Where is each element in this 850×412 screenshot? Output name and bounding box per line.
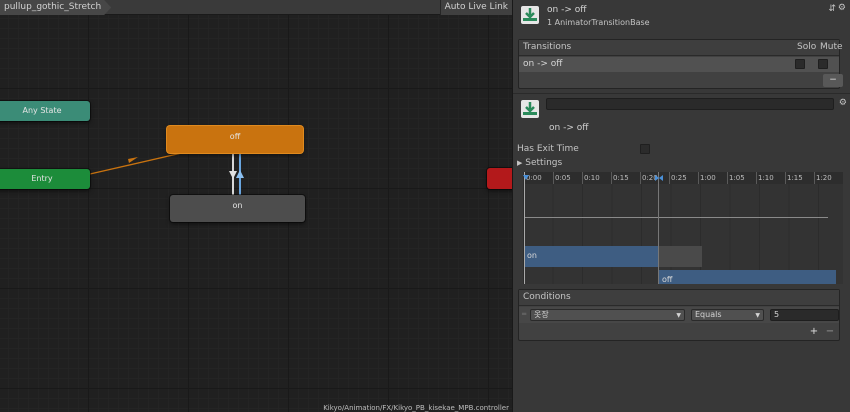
has-exit-time-checkbox[interactable] xyxy=(640,144,650,154)
gear-icon[interactable]: ⚙ xyxy=(839,98,847,108)
exit-node[interactable] xyxy=(487,168,512,189)
transition-timeline[interactable]: 0:00 0:05 0:10 0:15 0:20 0:25 1:00 1:05 … xyxy=(523,172,843,284)
has-exit-time-label: Has Exit Time xyxy=(517,144,579,154)
state-node-off[interactable]: off xyxy=(167,126,303,153)
transitions-header: Transitions Solo Mute xyxy=(519,40,843,56)
solo-checkbox[interactable] xyxy=(795,59,805,69)
condition-parameter-dropdown[interactable]: 옷장 ▼ xyxy=(530,309,685,321)
timeline-markers xyxy=(523,175,663,181)
entry-to-off-arrow[interactable] xyxy=(89,151,187,175)
clip-label: on xyxy=(527,251,537,260)
gear-icon[interactable]: ⚙ xyxy=(838,3,846,13)
condition-operator-dropdown[interactable]: Equals ▼ xyxy=(691,309,764,321)
settings-foldout[interactable]: ▶ Settings xyxy=(517,158,562,168)
transition-end-handle-icon[interactable] xyxy=(659,175,663,181)
timeline-clip-off[interactable]: off xyxy=(659,270,836,284)
foldout-arrow-icon: ▶ xyxy=(517,159,523,167)
transitions-title: Transitions xyxy=(523,42,572,52)
inspector-subtitle: 1 AnimatorTransitionBase xyxy=(547,18,650,27)
inspector-title: on -> off xyxy=(547,5,587,15)
transition-end-marker[interactable] xyxy=(658,172,659,284)
timeline-clip-on[interactable]: on xyxy=(524,246,659,267)
remove-transition-button[interactable]: − xyxy=(823,74,843,87)
solo-column-label: Solo xyxy=(797,42,817,52)
transition-icon xyxy=(521,6,539,24)
sliders-icon[interactable]: ⇵ xyxy=(828,4,836,14)
conditions-header: Conditions xyxy=(519,290,839,306)
entry-to-off-arrowhead xyxy=(128,157,138,163)
settings-foldout-label: Settings xyxy=(525,158,563,168)
mute-column-label: Mute xyxy=(820,42,843,52)
conditions-title: Conditions xyxy=(523,292,571,302)
any-state-node[interactable]: Any State xyxy=(0,101,90,121)
transitions-list: Transitions Solo Mute on -> off xyxy=(518,39,843,89)
transition-name-field[interactable] xyxy=(546,98,834,110)
on-to-off-arrowhead xyxy=(236,170,244,178)
condition-parameter-value: 옷장 xyxy=(534,310,549,319)
condition-value-field[interactable]: 5 xyxy=(770,309,839,321)
clip-label: off xyxy=(662,275,673,284)
condition-row[interactable]: ═ 옷장 ▼ Equals ▼ 5 xyxy=(519,307,839,323)
off-to-on-arrowhead xyxy=(229,171,237,179)
conditions-list: Conditions ═ 옷장 ▼ Equals ▼ 5 + − xyxy=(518,289,840,341)
dropdown-arrow-icon: ▼ xyxy=(676,312,681,319)
transition-start-handle-icon[interactable] xyxy=(655,175,659,181)
transition-row[interactable]: on -> off xyxy=(519,57,839,72)
remove-condition-button[interactable]: − xyxy=(824,326,836,338)
transition-label: on -> off xyxy=(549,123,589,133)
mute-checkbox[interactable] xyxy=(818,59,828,69)
transition-icon xyxy=(521,100,539,118)
state-node-on[interactable]: on xyxy=(170,195,305,222)
transition-start-marker[interactable] xyxy=(524,172,525,284)
entry-node[interactable]: Entry xyxy=(0,169,90,189)
transition-curve-line xyxy=(525,217,828,218)
condition-operator-value: Equals xyxy=(695,310,722,319)
transition-row-label: on -> off xyxy=(523,59,563,69)
controller-path: Kikyo/Animation/FX/Kikyo_PB_kisekae_MPB.… xyxy=(323,404,509,412)
timeline-clip-on-extended xyxy=(659,246,702,267)
animator-graph[interactable]: pullup_gothic_Stretch Auto Live Link Any… xyxy=(0,0,512,412)
timeline-track-area[interactable]: on off xyxy=(523,184,843,284)
transition-settings: ⚙ on -> off xyxy=(513,93,850,143)
drag-handle-icon[interactable]: ═ xyxy=(522,310,526,318)
inspector-panel: on -> off 1 AnimatorTransitionBase ⇵ ⚙ T… xyxy=(512,0,850,412)
add-condition-button[interactable]: + xyxy=(808,326,820,338)
dropdown-arrow-icon: ▼ xyxy=(755,312,760,319)
start-marker-icon[interactable] xyxy=(523,175,529,180)
